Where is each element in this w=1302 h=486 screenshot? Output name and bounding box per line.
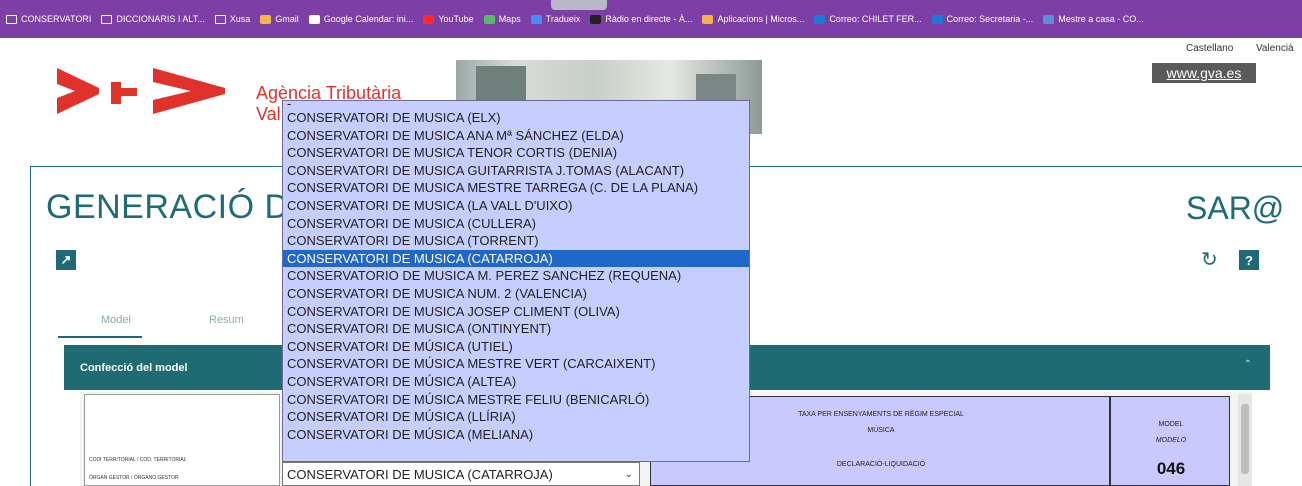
microsoft-icon xyxy=(702,14,714,24)
dropdown-option[interactable]: CONSERVATORI DE MÚSICA MESTRE FELIU (BEN… xyxy=(283,391,749,409)
form-scrollbar[interactable] xyxy=(1238,394,1252,486)
radio-icon xyxy=(590,14,602,24)
bookmark-item[interactable]: Aplicacions | Micros... xyxy=(702,14,804,24)
dropdown-option[interactable]: CONSERVATORI DE MÚSICA (MELIANA) xyxy=(283,426,749,444)
model-number: 046 xyxy=(1156,459,1186,478)
bookmark-item[interactable]: Correo: Secretaria -... xyxy=(931,14,1034,24)
folder-icon xyxy=(6,14,17,24)
bookmark-item[interactable]: Mestre a casa - CO... xyxy=(1043,14,1144,24)
lang-castellano-link[interactable]: Castellano xyxy=(1186,43,1233,54)
bookmark-label: Google Calendar: ini... xyxy=(323,14,414,24)
conservatori-select[interactable]: CONSERVATORI DE MUSICA (CATARROJA) ⌄ xyxy=(282,462,640,486)
dropdown-option[interactable]: CONSERVATORI DE MUSICA MESTRE TARREGA (C… xyxy=(283,179,749,197)
dropdown-option[interactable]: CONSERVATORI DE MUSICA (ELX) xyxy=(283,109,749,127)
bookmark-item[interactable]: Correo: CHILET FER... xyxy=(814,14,922,24)
translate-icon xyxy=(530,14,542,24)
bookmark-label: Ràdio en directe - À... xyxy=(605,14,693,24)
bookmark-item[interactable]: Gmail xyxy=(260,14,299,24)
bookmark-label: Maps xyxy=(498,14,521,24)
bookmark-label: Aplicacions | Micros... xyxy=(717,14,805,24)
collapse-icon[interactable]: ⌃ xyxy=(1244,359,1252,370)
bookmark-label: YouTube xyxy=(438,14,474,24)
agency-logo xyxy=(57,68,227,119)
bookmark-item[interactable]: Ràdio en directe - À... xyxy=(590,14,692,24)
agency-name-2: Val xyxy=(256,104,281,124)
folder-icon xyxy=(214,14,226,24)
dropdown-option[interactable]: CONSERVATORI DE MÚSICA (LLÍRIA) xyxy=(283,408,749,426)
bookmark-item[interactable]: Maps xyxy=(483,14,521,24)
dropdown-option[interactable]: CONSERVATORI DE MUSICA TENOR CORTIS (DEN… xyxy=(283,144,749,162)
brand-sara: SAR@ xyxy=(1186,190,1285,226)
dropdown-option[interactable]: CONSERVATORI DE MUSICA JOSEP CLIMENT (OL… xyxy=(283,303,749,321)
youtube-icon xyxy=(423,14,435,24)
bookmark-label: CONSERVATORI xyxy=(21,14,92,24)
tax-declaration: DECLARACIÓ-LIQUIDACIÓ xyxy=(836,461,926,468)
bookmark-label: Mestre a casa - CO... xyxy=(1058,14,1144,24)
maps-icon xyxy=(483,14,495,24)
window-handle xyxy=(551,0,607,10)
bookmark-label: Correo: CHILET FER... xyxy=(829,14,922,24)
google-icon xyxy=(308,14,320,24)
dropdown-option[interactable]: CONSERVATORI DE MUSICA GUITARRISTA J.TOM… xyxy=(283,162,749,180)
bookmark-item[interactable]: Google Calendar: ini... xyxy=(308,14,414,24)
outlook-icon xyxy=(931,14,943,24)
folder-icon xyxy=(101,14,113,24)
dropdown-option[interactable]: CONSERVATORI DE MUSICA (CATARROJA) xyxy=(283,249,749,268)
dropdown-option[interactable]: - xyxy=(283,101,749,110)
lang-valencia-link[interactable]: Valencià xyxy=(1256,43,1294,54)
page-title: GENERACIÓ D xyxy=(46,188,290,226)
bookmark-item[interactable]: DICCIONARIS I ALT... xyxy=(101,14,205,24)
codi-territorial-label: CODI TERRITORIAL / COD. TERRITORIAL xyxy=(89,457,187,463)
bookmark-item[interactable]: CONSERVATORI xyxy=(6,14,91,24)
dropdown-option[interactable]: CONSERVATORI DE MUSICA (CULLERA) xyxy=(283,215,749,233)
help-icon[interactable]: ? xyxy=(1239,250,1259,270)
section-title: Confecció del model xyxy=(80,361,188,374)
conservatori-dropdown-list[interactable]: - CONSERVATORI DE MUSICA (ELX) CONSERVATOR… xyxy=(282,100,750,462)
bookmark-item[interactable]: Tradueix xyxy=(530,14,581,24)
dropdown-option[interactable]: CONSERVATORI DE MUSICA (LA VALL D'UIXO) xyxy=(283,197,749,215)
tab-resum[interactable]: Resum xyxy=(209,314,244,326)
bookmark-label: Xusa xyxy=(229,14,251,24)
tab-model[interactable]: Model xyxy=(101,314,131,326)
bookmarks-bar: CONSERVATORI DICCIONARIS I ALT... Xusa Gmai… xyxy=(0,0,1302,38)
dropdown-option[interactable]: CONSERVATORIO DE MUSICA M. PEREZ SANCHEZ… xyxy=(283,267,749,285)
dropdown-option[interactable]: CONSERVATORI DE MUSICA (ONTINYENT) xyxy=(283,320,749,338)
app-icon xyxy=(1043,14,1055,24)
bookmark-label: Tradueix xyxy=(545,14,581,24)
scroll-thumb[interactable] xyxy=(1241,404,1249,474)
select-value: CONSERVATORI DE MUSICA (CATARROJA) xyxy=(287,466,553,482)
bookmark-item[interactable]: Xusa xyxy=(214,14,251,24)
refresh-icon[interactable]: ↻ xyxy=(1201,247,1218,272)
dropdown-option[interactable]: CONSERVATORI DE MUSICA ANA Mª SÁNCHEZ (E… xyxy=(283,127,749,145)
outlook-icon xyxy=(814,14,826,24)
active-tab-indicator xyxy=(58,336,142,338)
gva-link[interactable]: www.gva.es xyxy=(1152,63,1256,83)
share-icon[interactable]: ↗ xyxy=(56,250,76,270)
bookmark-item[interactable]: YouTube xyxy=(423,14,474,24)
model-label: MODEL xyxy=(1158,421,1184,428)
dropdown-option[interactable]: CONSERVATORI DE MUSICA (TORRENT) xyxy=(283,232,749,250)
dropdown-option[interactable]: CONSERVATORI DE MÚSICA MESTRE VERT (CARC… xyxy=(283,355,749,373)
bookmark-label: DICCIONARIS I ALT... xyxy=(116,14,205,24)
dropdown-option[interactable]: CONSERVATORI DE MÚSICA (UTIEL) xyxy=(283,338,749,356)
dropdown-option[interactable]: CONSERVATORI DE MUSICA NUM. 2 (VALENCIA) xyxy=(283,285,749,303)
form-left-box: CODI TERRITORIAL / COD. TERRITORIAL ÒRGA… xyxy=(84,394,280,486)
modelo-label: MODELO xyxy=(1155,437,1187,444)
bookmark-label: Gmail xyxy=(275,14,299,24)
dropdown-option[interactable]: CONSERVATORI DE MÚSICA (ALTEA) xyxy=(283,373,749,391)
organ-gestor-label: ÒRGAN GESTOR / ÓRGANO GESTOR xyxy=(89,475,179,481)
chevron-down-icon[interactable]: ⌄ xyxy=(625,469,633,480)
model-box: MODEL MODELO 046 xyxy=(1110,396,1230,486)
bookmark-label: Correo: Secretaria -... xyxy=(946,14,1034,24)
gmail-icon xyxy=(260,14,272,24)
